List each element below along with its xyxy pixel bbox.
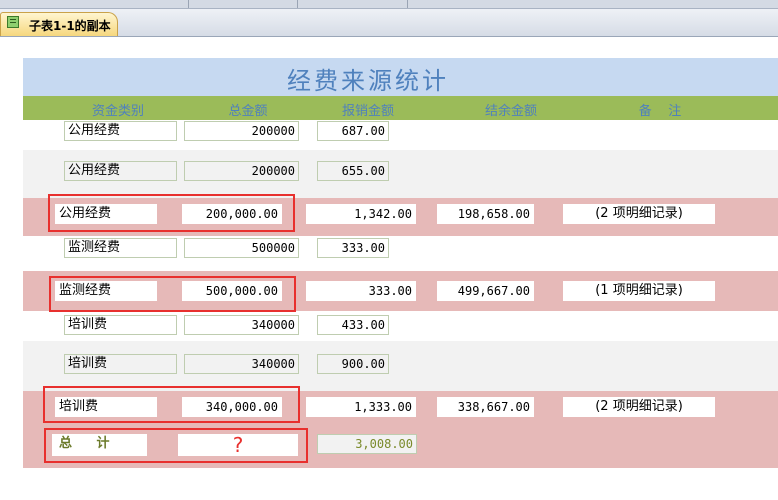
detail-reimbursed: 433.00 [317, 315, 389, 335]
detail-total: 200000 [184, 161, 299, 181]
document-tab-label[interactable]: 子表1-1的副本 [29, 17, 111, 34]
grand-total-reimbursed: 3,008.00 [317, 434, 417, 454]
highlight-frame [44, 428, 308, 463]
detail-total: 200000 [184, 121, 299, 141]
summary-balance: 499,667.00 [437, 281, 534, 301]
report-icon [7, 16, 19, 28]
header-category: 资金类别 [91, 104, 144, 119]
highlight-frame [43, 386, 300, 423]
summary-reimbursed: 1,342.00 [306, 204, 416, 224]
ribbon-separator [297, 0, 298, 8]
highlight-frame [49, 276, 296, 312]
detail-total: 340000 [184, 354, 299, 374]
header-note: 备 注 [638, 104, 682, 119]
detail-total: 500000 [184, 238, 299, 258]
ribbon-separator [407, 0, 408, 8]
detail-reimbursed: 900.00 [317, 354, 389, 374]
detail-category: 公用经费 [64, 161, 177, 181]
detail-category: 公用经费 [64, 121, 177, 141]
detail-category: 监测经费 [64, 238, 177, 258]
detail-reimbursed: 655.00 [317, 161, 389, 181]
summary-note: (2 项明细记录) [563, 204, 715, 224]
detail-category: 培训费 [64, 354, 177, 374]
highlight-frame [48, 194, 295, 232]
header-reimbursed: 报销金额 [341, 104, 394, 119]
detail-reimbursed: 333.00 [317, 238, 389, 258]
summary-balance: 198,658.00 [437, 204, 534, 224]
header-balance: 结余金额 [484, 104, 537, 119]
ribbon-remnant [0, 0, 778, 9]
detail-reimbursed: 687.00 [317, 121, 389, 141]
summary-reimbursed: 1,333.00 [306, 397, 416, 417]
header-total: 总金额 [228, 104, 268, 119]
summary-reimbursed: 333.00 [306, 281, 416, 301]
ribbon-separator [188, 0, 189, 8]
detail-total: 340000 [184, 315, 299, 335]
summary-note: (2 项明细记录) [563, 397, 715, 417]
summary-balance: 338,667.00 [437, 397, 534, 417]
summary-note: (1 项明细记录) [563, 281, 715, 301]
detail-category: 培训费 [64, 315, 177, 335]
report-title: 经费来源统计 [287, 67, 449, 95]
